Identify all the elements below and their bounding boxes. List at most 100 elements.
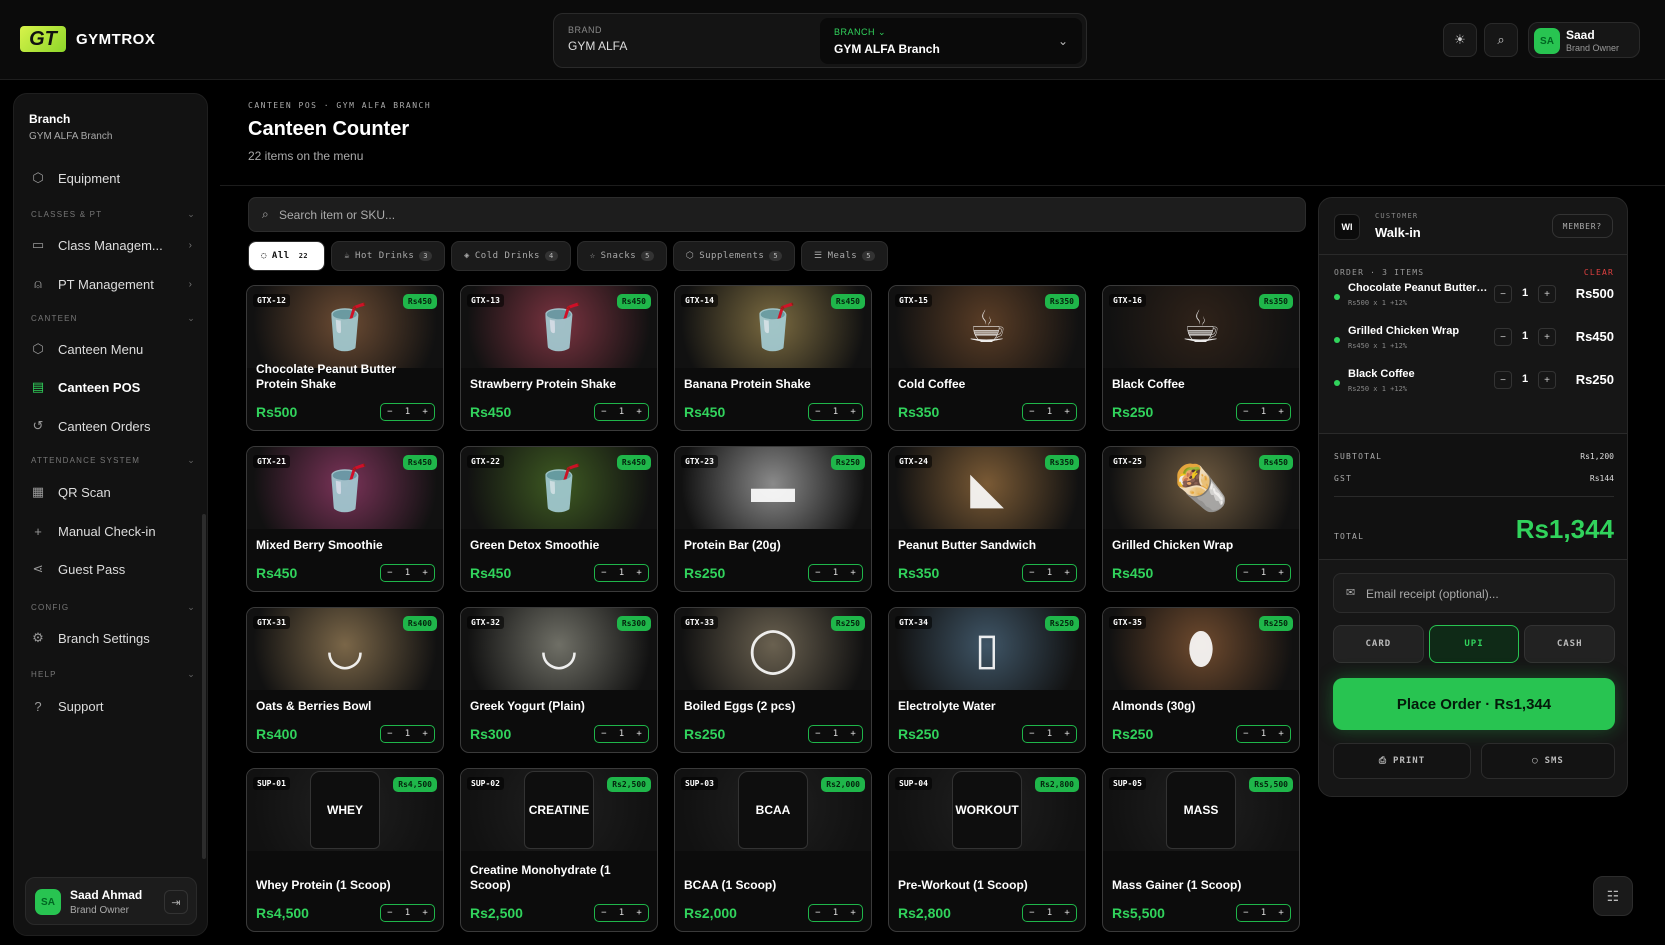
minus-icon[interactable]: − <box>1029 908 1034 918</box>
pay-cash-button[interactable]: CASH <box>1524 625 1616 663</box>
decrease-button[interactable]: − <box>1494 285 1512 303</box>
quantity-stepper[interactable]: − 1 + <box>808 725 863 743</box>
sidebar-user-card[interactable]: SA Saad Ahmad Brand Owner ⇥ <box>25 877 197 925</box>
sidebar-section-help[interactable]: HELP ⌄ <box>31 669 196 679</box>
plus-icon[interactable]: + <box>422 407 427 417</box>
sidebar-item-pt-management[interactable]: ⍝ PT Management › <box>28 270 198 298</box>
plus-icon[interactable]: + <box>1064 568 1069 578</box>
product-card[interactable]: ⬮ GTX-35 Rs250 Almonds (30g) Rs250 − 1 + <box>1102 607 1300 753</box>
filter-meals[interactable]: ☰ Meals 5 <box>801 241 888 271</box>
sidebar-section-attendance[interactable]: ATTENDANCE SYSTEM ⌄ <box>31 455 196 465</box>
plus-icon[interactable]: + <box>850 407 855 417</box>
quantity-stepper[interactable]: − 1 + <box>1022 725 1077 743</box>
product-card[interactable]: ▯ GTX-34 Rs250 Electrolyte Water Rs250 − 1 + <box>888 607 1086 753</box>
minus-icon[interactable]: − <box>387 908 392 918</box>
quantity-stepper[interactable]: − 1 + <box>594 564 649 582</box>
sidebar-section-config[interactable]: CONFIG ⌄ <box>31 602 196 612</box>
product-card[interactable]: BCAA SUP-03 Rs2,000 BCAA (1 Scoop) Rs2,000 − 1… <box>674 768 872 932</box>
sidebar-item-class-management[interactable]: ▭ Class Managem... › <box>28 231 198 259</box>
plus-icon[interactable]: + <box>422 729 427 739</box>
plus-icon[interactable]: + <box>636 908 641 918</box>
product-card[interactable]: 🥤 GTX-22 Rs450 Green Detox Smoothie Rs450 − 1 + <box>460 446 658 592</box>
search-button[interactable]: ⌕ <box>1484 23 1518 57</box>
minus-icon[interactable]: − <box>387 568 392 578</box>
member-button[interactable]: MEMBER? <box>1551 214 1613 238</box>
filter-snacks[interactable]: ☆ Snacks 5 <box>576 241 667 271</box>
quantity-stepper[interactable]: − 1 + <box>1236 725 1291 743</box>
quantity-stepper[interactable]: − 1 + <box>380 904 435 922</box>
quantity-stepper[interactable]: − 1 + <box>380 403 435 421</box>
decrease-button[interactable]: − <box>1494 328 1512 346</box>
plus-icon[interactable]: + <box>850 729 855 739</box>
minus-icon[interactable]: − <box>1029 729 1034 739</box>
sms-button[interactable]: ◯ SMS <box>1481 743 1615 779</box>
sidebar-item-guest-pass[interactable]: ⋖ Guest Pass <box>28 555 198 583</box>
minus-icon[interactable]: − <box>387 407 392 417</box>
product-card[interactable]: WHEY SUP-01 Rs4,500 Whey Protein (1 Scoop) R… <box>246 768 444 932</box>
minus-icon[interactable]: − <box>601 568 606 578</box>
increase-button[interactable]: + <box>1538 328 1556 346</box>
user-menu[interactable]: SA Saad Brand Owner <box>1528 22 1640 58</box>
product-card[interactable]: 🥤 GTX-13 Rs450 Strawberry Protein Shake Rs45… <box>460 285 658 431</box>
theme-toggle-button[interactable]: ☀ <box>1443 23 1477 57</box>
minus-icon[interactable]: − <box>387 729 392 739</box>
plus-icon[interactable]: + <box>1064 908 1069 918</box>
minus-icon[interactable]: − <box>601 908 606 918</box>
product-card[interactable]: 🌯 GTX-25 Rs450 Grilled Chicken Wrap Rs450 − 1 + <box>1102 446 1300 592</box>
brand-selector[interactable]: BRAND GYM ALFA <box>568 25 627 53</box>
quantity-stepper[interactable]: − 1 + <box>594 725 649 743</box>
quantity-stepper[interactable]: − 1 + <box>1236 564 1291 582</box>
search-input[interactable]: ⌕ Search item or SKU... <box>248 197 1306 232</box>
email-receipt-input[interactable]: ✉ Email receipt (optional)... <box>1333 573 1615 613</box>
product-card[interactable]: ☕ GTX-16 Rs350 Black Coffee Rs250 − 1 + <box>1102 285 1300 431</box>
quantity-stepper[interactable]: − 1 + <box>1022 403 1077 421</box>
plus-icon[interactable]: + <box>1064 729 1069 739</box>
sidebar-scrollbar[interactable] <box>202 514 206 859</box>
sidebar-item-support[interactable]: ? Support <box>28 692 198 720</box>
clear-order-button[interactable]: CLEAR <box>1584 268 1614 277</box>
product-card[interactable]: WORKOUT SUP-04 Rs2,800 Pre-Workout (1 Scoop… <box>888 768 1086 932</box>
product-card[interactable]: ◡ GTX-31 Rs400 Oats & Berries Bowl Rs400 − 1 + <box>246 607 444 753</box>
product-card[interactable]: CREATINE SUP-02 Rs2,500 Creatine Monohydrat… <box>460 768 658 932</box>
plus-icon[interactable]: + <box>1278 908 1283 918</box>
quantity-stepper[interactable]: − 1 + <box>1236 403 1291 421</box>
pay-upi-button[interactable]: UPI <box>1428 625 1520 663</box>
minus-icon[interactable]: − <box>815 729 820 739</box>
quantity-stepper[interactable]: − 1 + <box>808 403 863 421</box>
quantity-stepper[interactable]: − 1 + <box>808 564 863 582</box>
minus-icon[interactable]: − <box>1029 407 1034 417</box>
filter-cold-drinks[interactable]: ◈ Cold Drinks 4 <box>450 241 571 271</box>
plus-icon[interactable]: + <box>1064 407 1069 417</box>
minus-icon[interactable]: − <box>1243 407 1248 417</box>
minus-icon[interactable]: − <box>1243 729 1248 739</box>
plus-icon[interactable]: + <box>850 908 855 918</box>
settings-fab[interactable]: ☷ <box>1593 876 1633 916</box>
quantity-stepper[interactable]: − 1 + <box>594 403 649 421</box>
product-card[interactable]: 🥤 GTX-21 Rs450 Mixed Berry Smoothie Rs450 − 1 + <box>246 446 444 592</box>
quantity-stepper[interactable]: − 1 + <box>1022 904 1077 922</box>
sidebar-item-canteen-menu[interactable]: ⬡ Canteen Menu <box>28 335 198 363</box>
product-card[interactable]: ◡ GTX-32 Rs300 Greek Yogurt (Plain) Rs300 − 1 + <box>460 607 658 753</box>
minus-icon[interactable]: − <box>1029 568 1034 578</box>
sidebar-item-manual-checkin[interactable]: + Manual Check-in <box>28 517 198 545</box>
minus-icon[interactable]: − <box>601 729 606 739</box>
filter-supplements[interactable]: ⬡ Supplements 5 <box>672 241 796 271</box>
minus-icon[interactable]: − <box>815 568 820 578</box>
increase-button[interactable]: + <box>1538 371 1556 389</box>
plus-icon[interactable]: + <box>422 568 427 578</box>
logout-button[interactable]: ⇥ <box>164 890 188 914</box>
branch-selector[interactable]: BRANCH ⌄ GYM ALFA Branch ⌄ <box>820 18 1082 64</box>
sidebar-item-canteen-orders[interactable]: ↺ Canteen Orders <box>28 412 198 440</box>
plus-icon[interactable]: + <box>636 568 641 578</box>
product-card[interactable]: ◯ GTX-33 Rs250 Boiled Eggs (2 pcs) Rs250 − 1 + <box>674 607 872 753</box>
print-button[interactable]: ⎙ PRINT <box>1333 743 1471 779</box>
pay-card-button[interactable]: CARD <box>1333 625 1424 663</box>
sidebar-section-canteen[interactable]: CANTEEN ⌄ <box>31 313 196 323</box>
quantity-stepper[interactable]: − 1 + <box>1236 904 1291 922</box>
plus-icon[interactable]: + <box>636 729 641 739</box>
plus-icon[interactable]: + <box>636 407 641 417</box>
product-card[interactable]: ◣ GTX-24 Rs350 Peanut Butter Sandwich Rs350 −… <box>888 446 1086 592</box>
app-logo[interactable]: GT GYMTROX <box>20 26 155 52</box>
plus-icon[interactable]: + <box>850 568 855 578</box>
minus-icon[interactable]: − <box>1243 568 1248 578</box>
